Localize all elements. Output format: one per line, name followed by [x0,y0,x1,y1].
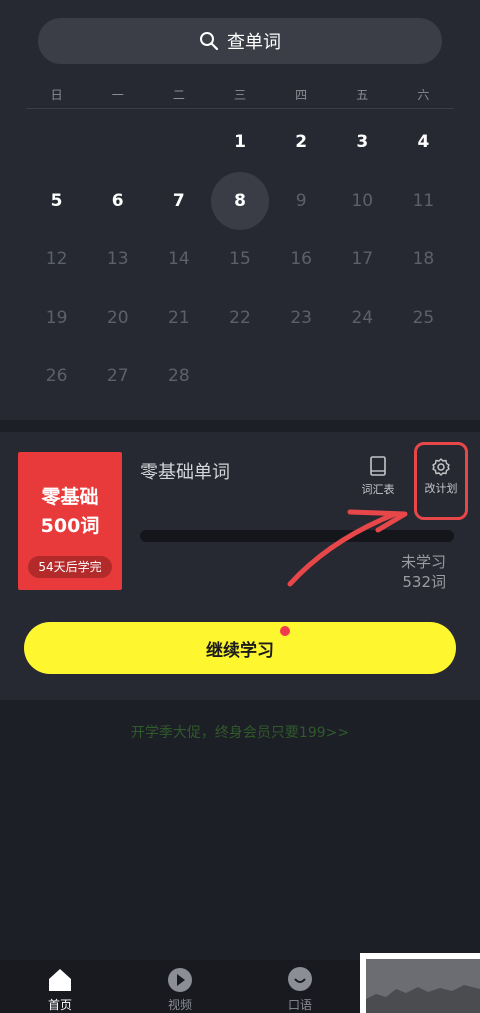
thumbnail-image [366,959,480,1013]
floating-thumbnail[interactable] [360,953,480,1013]
promo-link[interactable]: 开学季大促，终身会员只要199>> [0,722,480,742]
tab-video-label: 视频 [167,998,192,1012]
chat-bubble-icon [260,966,340,996]
tab-home[interactable]: 首页 [20,966,100,1013]
tab-speaking-label: 口语 [287,998,312,1012]
annotation-arrow [287,509,408,587]
play-icon [140,966,220,996]
tab-video[interactable]: 视频 [140,966,220,1013]
home-icon [20,966,100,996]
tab-speaking[interactable]: 口语 [260,966,340,1013]
tab-home-label: 首页 [47,998,72,1012]
